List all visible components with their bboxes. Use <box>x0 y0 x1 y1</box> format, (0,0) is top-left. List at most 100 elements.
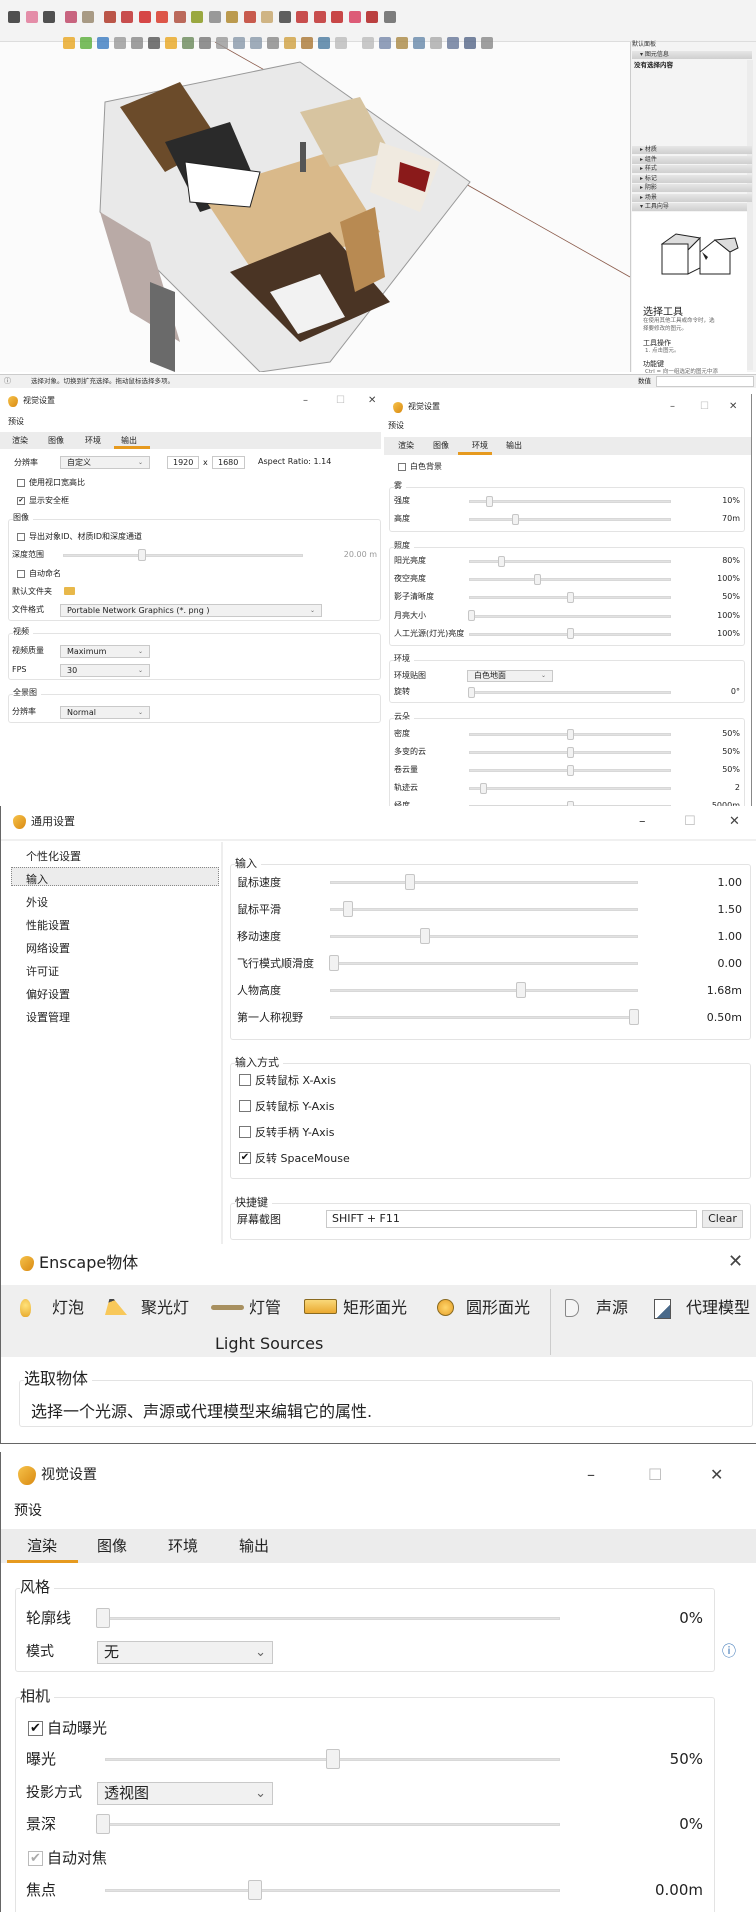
nav-item[interactable]: 输入 <box>26 874 48 885</box>
preset-menu[interactable]: 预设 <box>8 418 24 426</box>
tray-section[interactable]: ▸ 材质 <box>632 146 752 154</box>
eraser-icon[interactable] <box>25 11 38 23</box>
close-button[interactable]: ✕ <box>729 815 740 828</box>
slider-thumb[interactable] <box>325 1749 340 1769</box>
nav-item[interactable]: 许可证 <box>26 966 59 977</box>
slider-thumb[interactable] <box>329 955 339 971</box>
slider-track[interactable] <box>469 518 671 521</box>
tray-scrollbar[interactable] <box>747 60 753 370</box>
enscape-general-settings-icon[interactable] <box>250 37 262 49</box>
close-button[interactable]: ✕ <box>368 396 376 406</box>
help-icon[interactable]: ⓘ <box>722 1645 736 1659</box>
folder-icon[interactable] <box>64 587 75 595</box>
zoom-extents-icon[interactable] <box>296 11 308 23</box>
slider-track[interactable] <box>97 1617 560 1620</box>
tab-image[interactable]: 图像 <box>433 442 449 450</box>
tab-output[interactable]: 输出 <box>121 436 137 445</box>
slider-track[interactable] <box>330 881 638 884</box>
slider-track[interactable] <box>469 691 671 694</box>
zoom-icon[interactable] <box>278 11 291 23</box>
slider-track[interactable] <box>105 1889 560 1892</box>
tray-section[interactable]: ▸ 场景 <box>632 193 752 202</box>
tab-output[interactable]: 输出 <box>506 442 522 450</box>
enscape-screenshot-icon[interactable] <box>131 37 143 49</box>
tray-section[interactable]: ▸ 阴影 <box>632 184 752 192</box>
checkbox[interactable] <box>17 570 25 578</box>
maximize-button[interactable]: ☐ <box>700 402 709 412</box>
slider-thumb[interactable] <box>515 982 526 998</box>
screenshot-hotkey-input[interactable]: SHIFT + F11 <box>326 1210 697 1228</box>
projection-dropdown[interactable]: 透视图 ⌄ <box>97 1781 273 1805</box>
account-icon[interactable] <box>383 11 396 23</box>
close-button[interactable]: ✕ <box>710 1467 723 1483</box>
export-exe-icon[interactable] <box>447 37 459 49</box>
tab-environment[interactable]: 环境 <box>168 1538 198 1554</box>
measurements-input[interactable] <box>656 376 754 387</box>
enscape-about-icon[interactable] <box>301 37 313 49</box>
fps-dropdown[interactable]: 30 ⌄ <box>60 663 150 677</box>
slider-track[interactable] <box>97 1823 560 1826</box>
slider-thumb[interactable] <box>468 610 475 622</box>
scale-icon[interactable] <box>173 11 186 23</box>
slider-track[interactable] <box>330 962 638 965</box>
nav-item[interactable]: 设置管理 <box>26 1012 70 1023</box>
close-button[interactable]: ✕ <box>729 402 737 412</box>
file-format-dropdown[interactable]: Portable Network Graphics (*. png ) ⌄ <box>60 603 322 617</box>
slider-thumb[interactable] <box>566 628 574 640</box>
enscape-sync-views-icon[interactable] <box>97 37 109 49</box>
slider-track[interactable] <box>330 989 638 992</box>
info-icon[interactable]: ⓘ <box>4 378 11 385</box>
skybox-dropdown[interactable]: 白色地面 ⌄ <box>467 670 553 682</box>
checkbox[interactable] <box>239 1100 251 1112</box>
slider-track[interactable] <box>469 787 671 790</box>
3d-model-viewport[interactable] <box>0 42 630 372</box>
checkbox[interactable]: ✔ <box>28 1720 43 1736</box>
slider-thumb[interactable] <box>566 591 574 603</box>
slider-thumb[interactable] <box>468 686 475 698</box>
video-editor-icon[interactable] <box>379 37 391 49</box>
tab-image[interactable]: 图像 <box>48 436 64 445</box>
enscape-export-icon[interactable] <box>318 37 330 49</box>
paint-bucket-icon[interactable] <box>226 11 238 23</box>
checkbox[interactable]: ✔ <box>28 1850 43 1866</box>
slider-thumb[interactable] <box>485 495 493 507</box>
follow-me-icon[interactable] <box>121 11 133 23</box>
tray-section[interactable]: ▸ 样式 <box>632 165 752 173</box>
text-icon[interactable] <box>208 11 221 23</box>
warehouse-icon[interactable] <box>313 11 326 23</box>
lock-icon[interactable] <box>335 37 347 49</box>
maximize-button[interactable]: ☐ <box>336 396 345 406</box>
minimize-button[interactable]: – <box>303 396 308 406</box>
enscape-sound-icon[interactable] <box>216 37 228 49</box>
slider-thumb[interactable] <box>96 1608 110 1628</box>
maximize-button[interactable]: ☐ <box>648 1467 662 1483</box>
unlock-icon[interactable] <box>362 37 374 49</box>
orbit-icon[interactable] <box>243 11 256 23</box>
minimize-button[interactable]: – <box>670 402 675 412</box>
slider-thumb[interactable] <box>629 1009 639 1025</box>
enscape-start-icon[interactable] <box>63 37 75 49</box>
preset-menu[interactable]: 预设 <box>14 1504 42 1518</box>
slider-thumb[interactable] <box>566 764 574 776</box>
slider-track[interactable] <box>330 908 638 911</box>
enscape-asset-library-icon[interactable] <box>182 37 194 49</box>
tray-section[interactable]: ▸ 组件 <box>632 155 752 164</box>
mode-dropdown[interactable]: 无 ⌄ <box>97 1640 273 1664</box>
tape-measure-icon[interactable] <box>191 11 203 23</box>
slider-thumb[interactable] <box>479 782 487 794</box>
checkbox[interactable] <box>239 1074 251 1086</box>
checkbox[interactable] <box>17 479 25 487</box>
enscape-feedback-icon[interactable] <box>267 37 279 49</box>
ruby-icon[interactable] <box>366 11 378 23</box>
minimize-button[interactable]: – <box>639 815 646 828</box>
height-input[interactable]: 1680 <box>212 456 245 469</box>
nav-item[interactable]: 网络设置 <box>26 943 70 954</box>
nav-item[interactable]: 偏好设置 <box>26 989 70 1000</box>
enscape-light-icon[interactable] <box>165 37 177 49</box>
slider-track[interactable] <box>63 554 303 557</box>
close-button[interactable]: ✕ <box>728 1253 743 1271</box>
rotate-icon[interactable] <box>156 11 168 23</box>
slider-track[interactable] <box>469 500 671 503</box>
enscape-objects-icon[interactable] <box>284 37 296 49</box>
slider-thumb[interactable] <box>138 549 147 561</box>
